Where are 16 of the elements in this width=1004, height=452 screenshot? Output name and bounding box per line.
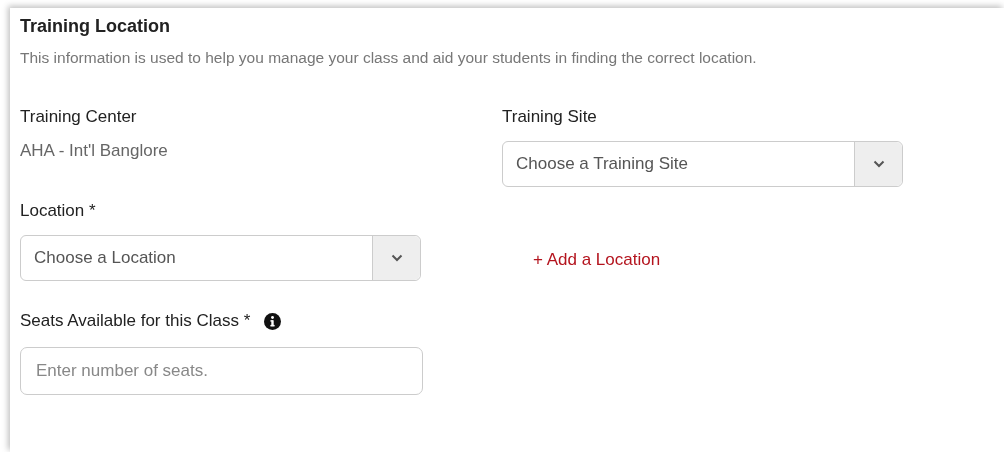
section-title: Training Location: [20, 15, 171, 37]
seats-input[interactable]: Enter number of seats.: [20, 347, 423, 395]
field-value: AHA - Int'l Banglore: [20, 141, 169, 161]
info-icon[interactable]: [264, 312, 282, 330]
field-label: Seats Available for this Class *: [20, 311, 251, 331]
dropdown-placeholder: Choose a Location: [33, 248, 177, 268]
field-label: Training Center: [20, 107, 138, 127]
field-label: Location *: [20, 201, 97, 221]
dropdown-placeholder: Choose a Training Site: [515, 154, 689, 174]
add-location-link[interactable]: + Add a Location: [533, 250, 661, 270]
field-label: Training Site: [502, 107, 598, 127]
dropdown[interactable]: Choose a Location: [20, 235, 421, 281]
chevron-down-icon: [390, 254, 403, 262]
section-description: This information is used to help you manage your class and aid your students in finding the correct location.: [20, 49, 758, 67]
chevron-down-icon: [872, 160, 885, 168]
dropdown[interactable]: Choose a Training Site: [502, 141, 903, 187]
